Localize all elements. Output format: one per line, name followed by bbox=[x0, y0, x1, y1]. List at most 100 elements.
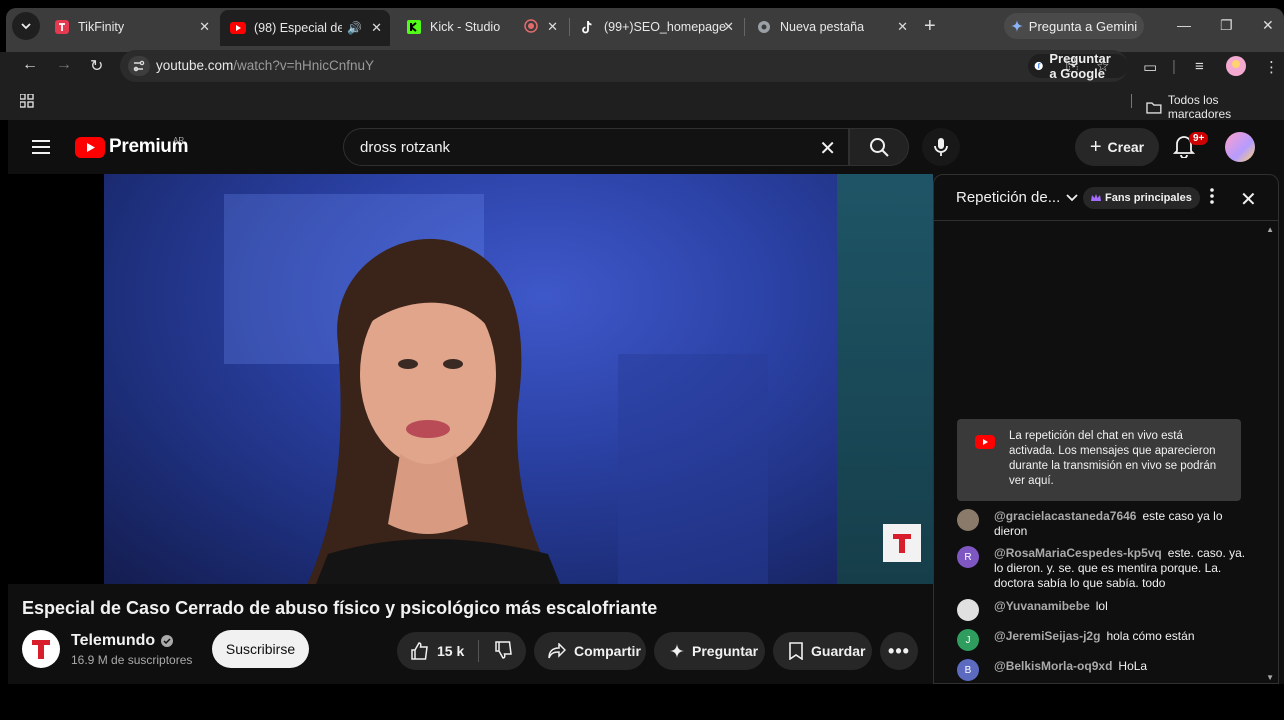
apps-grid-icon[interactable] bbox=[19, 93, 34, 113]
subscribe-button[interactable]: Suscribirse bbox=[212, 630, 309, 668]
search-button[interactable] bbox=[849, 128, 909, 166]
tikfinity-favicon-icon bbox=[54, 19, 70, 35]
channel-name[interactable]: Telemundo bbox=[71, 632, 174, 650]
tab-youtube-active[interactable]: (98) Especial de C 🔊 ✕ bbox=[220, 10, 390, 46]
crown-icon bbox=[1091, 194, 1101, 201]
back-arrow-icon[interactable]: ← bbox=[22, 56, 38, 74]
share-button[interactable]: Compartir bbox=[534, 632, 646, 670]
youtube-page: Premium AR dross rotzank ✕ + Crear 9+ Es… bbox=[8, 120, 1284, 684]
tab-new-tab[interactable]: Nueva pestaña ✕ bbox=[746, 12, 916, 42]
kick-favicon-icon bbox=[406, 19, 422, 35]
chat-avatar[interactable]: B bbox=[957, 659, 979, 681]
chat-message: J @JeremiSeijas-j2g hola cómo están bbox=[957, 629, 1257, 651]
chat-avatar[interactable] bbox=[957, 509, 979, 531]
scroll-down-arrow-icon[interactable]: ▼ bbox=[1266, 673, 1274, 682]
verified-icon bbox=[161, 635, 174, 647]
bookmark-star-icon[interactable]: ☆ bbox=[1096, 57, 1109, 75]
recording-icon bbox=[524, 18, 538, 36]
notifications-button[interactable]: 9+ bbox=[1172, 132, 1209, 163]
chat-author[interactable]: @gracielacastaneda7646 bbox=[994, 509, 1136, 523]
scroll-up-arrow-icon[interactable]: ▲ bbox=[1266, 225, 1274, 234]
gemini-label: Pregunta a Gemini bbox=[1028, 18, 1138, 34]
restore-icon[interactable]: ❐ bbox=[1220, 17, 1233, 34]
chat-more-options-icon[interactable] bbox=[1210, 188, 1214, 209]
notification-badge: 9+ bbox=[1189, 132, 1209, 145]
share-arrow-icon bbox=[548, 643, 566, 659]
bookmark-separator bbox=[1131, 94, 1132, 108]
minimize-icon[interactable]: — bbox=[1177, 17, 1191, 33]
video-player[interactable] bbox=[8, 174, 933, 584]
forward-arrow-icon[interactable]: → bbox=[56, 56, 72, 74]
search-input[interactable]: dross rotzank ✕ bbox=[343, 128, 849, 166]
channel-avatar[interactable] bbox=[22, 630, 60, 668]
like-count: 15 k bbox=[437, 643, 465, 659]
chat-author[interactable]: @JeremiSeijas-j2g bbox=[994, 629, 1100, 643]
notice-text: La repetición del chat en vivo está acti… bbox=[1009, 430, 1217, 487]
media-control-icon[interactable]: ≡ bbox=[1195, 58, 1204, 75]
thumbs-up-icon bbox=[411, 642, 428, 660]
voice-search-button[interactable] bbox=[922, 128, 960, 166]
video-backdrop-panel bbox=[618, 354, 768, 584]
site-settings-icon[interactable] bbox=[128, 56, 150, 76]
chat-header: Repetición de... Fans principales ✕ bbox=[934, 175, 1278, 221]
window-close-icon[interactable]: ✕ bbox=[1262, 17, 1274, 34]
tab-title: Kick - Studio bbox=[430, 20, 501, 34]
close-tab-icon[interactable]: ✕ bbox=[371, 20, 382, 36]
profile-avatar-icon[interactable] bbox=[1226, 56, 1246, 80]
chat-author[interactable]: @Yuvanamibebe bbox=[994, 599, 1090, 613]
video-person-silhouette bbox=[307, 239, 560, 584]
reload-icon[interactable]: ↻ bbox=[90, 56, 103, 76]
youtube-logo-icon bbox=[75, 136, 105, 158]
more-horizontal-icon: ••• bbox=[888, 640, 910, 661]
toolbar-separator: | bbox=[1172, 58, 1176, 75]
chat-avatar[interactable]: J bbox=[957, 629, 979, 651]
ask-gemini-button[interactable]: Pregunta a Gemini bbox=[1004, 13, 1144, 39]
account-avatar[interactable] bbox=[1225, 132, 1255, 162]
ask-label: Preguntar bbox=[692, 643, 759, 659]
live-chat-replay-panel: Repetición de... Fans principales ✕ ▲ La… bbox=[933, 174, 1279, 684]
gemini-sparkle-icon bbox=[1010, 20, 1023, 32]
speaker-icon[interactable]: 🔊 bbox=[347, 21, 362, 35]
chrome-favicon-icon bbox=[756, 19, 772, 35]
close-tab-icon[interactable]: ✕ bbox=[547, 19, 558, 35]
top-fans-filter-chip[interactable]: Fans principales bbox=[1083, 187, 1200, 209]
all-bookmarks-label: Todos los marcadores bbox=[1167, 93, 1232, 121]
hamburger-menu-icon[interactable] bbox=[32, 140, 50, 159]
like-dislike-group: 15 k bbox=[397, 632, 526, 670]
video-title: Especial de Caso Cerrado de abuso físico… bbox=[22, 598, 658, 618]
tab-title: (98) Especial de C bbox=[254, 21, 342, 35]
youtube-premium-logo[interactable]: Premium AR bbox=[75, 136, 189, 158]
more-actions-button[interactable]: ••• bbox=[880, 632, 918, 670]
tab-title: Nueva pestaña bbox=[780, 20, 865, 34]
clear-search-icon[interactable]: ✕ bbox=[819, 136, 836, 161]
chat-author[interactable]: @BelkisMorla-oq9xd bbox=[994, 659, 1112, 673]
tab-kick-studio[interactable]: Kick - Studio ✕ bbox=[396, 12, 566, 42]
tab-seo-homepage[interactable]: (99+)SEO_homepage ✕ bbox=[570, 12, 742, 42]
create-button[interactable]: + Crear bbox=[1075, 128, 1159, 166]
tab-title: TikFinity bbox=[78, 20, 125, 34]
tiktok-favicon-icon bbox=[580, 19, 596, 35]
plus-icon: + bbox=[1089, 135, 1102, 158]
chat-avatar[interactable]: R bbox=[957, 546, 979, 568]
cast-icon[interactable]: ▭ bbox=[1143, 58, 1157, 76]
close-tab-icon[interactable]: ✕ bbox=[723, 19, 734, 35]
like-button[interactable]: 15 k bbox=[411, 642, 464, 660]
address-bar[interactable]: youtube.com/watch?v=hHnicCnfnuY Pregunta… bbox=[120, 50, 1128, 82]
chat-text: hola cómo están bbox=[1106, 629, 1195, 643]
chevron-down-icon bbox=[21, 23, 31, 30]
dislike-button[interactable] bbox=[495, 640, 513, 662]
ask-button[interactable]: Preguntar bbox=[654, 632, 765, 670]
tab-search-button[interactable] bbox=[12, 12, 40, 40]
chat-mode-dropdown[interactable]: Repetición de... bbox=[956, 189, 1078, 206]
save-button[interactable]: Guardar bbox=[773, 632, 872, 670]
chat-avatar[interactable] bbox=[957, 599, 979, 621]
browser-menu-icon[interactable]: ⋮ bbox=[1264, 58, 1279, 76]
close-tab-icon[interactable]: ✕ bbox=[199, 19, 210, 35]
chat-author[interactable]: @RosaMariaCespedes-kp5vq bbox=[994, 546, 1162, 560]
new-tab-plus-icon[interactable]: + bbox=[924, 15, 936, 38]
close-chat-icon[interactable]: ✕ bbox=[1240, 187, 1257, 212]
install-app-icon[interactable]: ⎘ bbox=[1066, 57, 1078, 74]
close-tab-icon[interactable]: ✕ bbox=[897, 19, 908, 35]
all-bookmarks-button[interactable]: Todos los marcadores bbox=[1146, 93, 1284, 121]
tab-tikfinity[interactable]: TikFinity ✕ bbox=[44, 12, 218, 42]
